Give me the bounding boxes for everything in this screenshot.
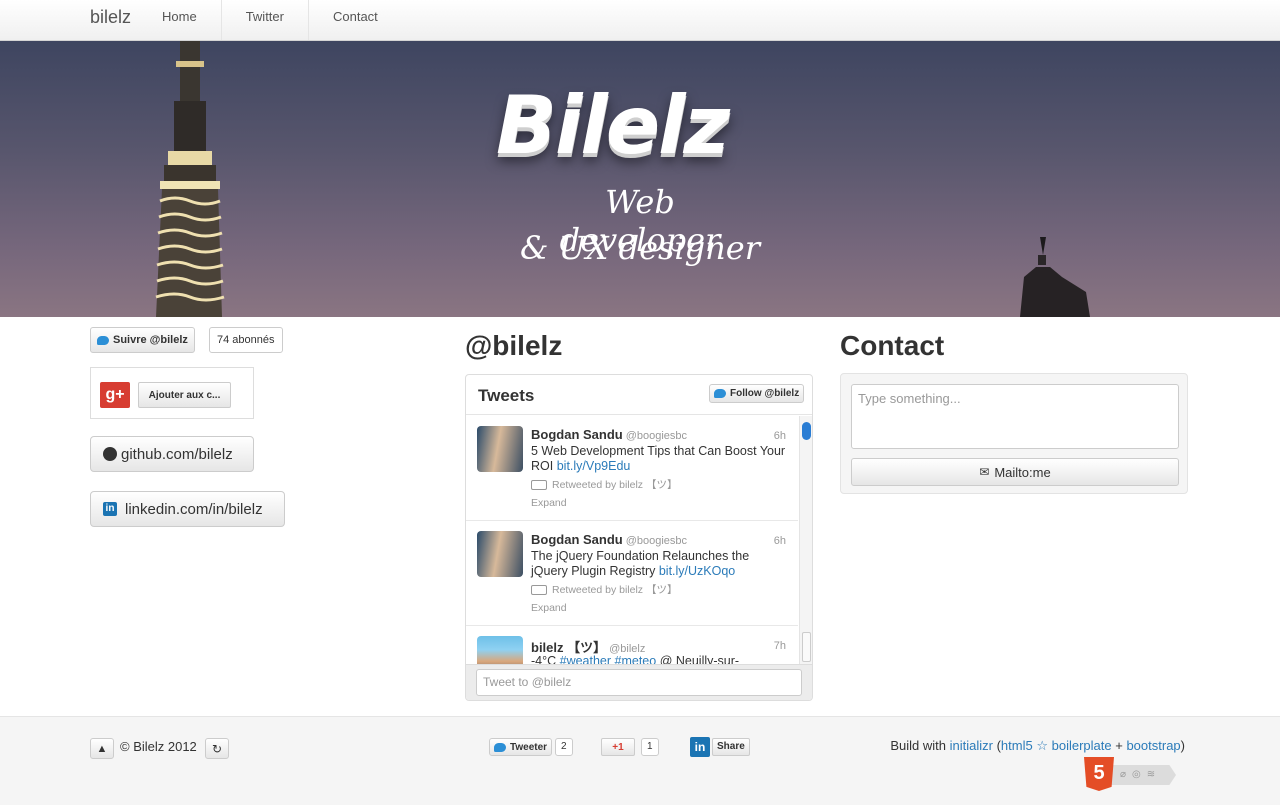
follow-small-button[interactable]: Follow @bilelz — [709, 384, 805, 403]
envelope-icon: ✉ — [979, 465, 990, 479]
tweeter-button[interactable]: Tweeter — [489, 738, 553, 756]
contact-heading: Contact — [840, 330, 945, 361]
gplus-add-button[interactable]: Ajouter aux c... — [138, 382, 231, 408]
linkedin-share-label: Share — [712, 738, 750, 756]
arrow-up-icon: ▲ — [96, 742, 108, 755]
twitter-bird-icon — [97, 335, 109, 345]
tweets-title: Tweets — [478, 386, 535, 405]
tweet-handle[interactable]: @boogiesbc — [626, 535, 687, 547]
gplus-one-count: 1 — [641, 738, 659, 756]
scrollbar-arrows[interactable] — [802, 632, 811, 662]
scroll-top-button[interactable]: ▲ — [90, 738, 114, 759]
tweet-item[interactable]: Bogdan Sandu @boogiesbc 6h 5 Web Developm… — [466, 416, 798, 521]
contact-textarea[interactable]: Type something... — [851, 384, 1179, 449]
html5-link[interactable]: html5 — [1001, 738, 1033, 753]
twitter-bird-icon — [494, 742, 506, 752]
tower-illustration — [155, 41, 225, 317]
html5-badge[interactable]: ⌀◎≋ 5 — [1084, 757, 1176, 793]
tweet-text: The jQuery Foundation Relaunches the jQu… — [531, 549, 750, 578]
github-button[interactable]: github.com/bilelz — [90, 436, 254, 472]
gplus-one-button[interactable]: +1 — [601, 738, 635, 756]
mailto-label: Mailto:me — [994, 464, 1051, 480]
tweet-link[interactable]: bit.ly/UzKOqo — [659, 564, 735, 578]
gplus-icon: g+ — [100, 382, 130, 408]
main-nav: Home Twitter Contact — [148, 0, 402, 40]
tweet-to-input[interactable]: Tweet to @bilelz — [476, 669, 802, 696]
retweet-info: Retweeted by bilelz 【ツ】 — [531, 582, 677, 597]
nav-contact[interactable]: Contact — [309, 0, 402, 40]
tweets-widget: Tweets Follow @bilelz Bogdan Sandu @boogi… — [465, 374, 813, 701]
tweet-handle[interactable]: @boogiesbc — [626, 430, 687, 442]
twitter-follow-button[interactable]: Suivre @bilelz — [90, 327, 195, 353]
tweet-time[interactable]: 7h — [774, 640, 786, 652]
retweet-icon — [531, 479, 547, 490]
rooftop-illustration — [1020, 237, 1090, 317]
refresh-icon: ↻ — [211, 741, 223, 756]
tweet-time[interactable]: 6h — [774, 430, 786, 442]
expand-link[interactable]: Expand — [531, 602, 567, 614]
linkedin-icon: in — [690, 737, 710, 757]
html5-shield-icon: 5 — [1084, 757, 1114, 791]
retweet-info: Retweeted by bilelz 【ツ】 — [531, 477, 677, 492]
tweet-time[interactable]: 6h — [774, 535, 786, 547]
avatar[interactable] — [477, 636, 523, 665]
boilerplate-link[interactable]: boilerplate — [1052, 738, 1112, 753]
tweet-author[interactable]: Bogdan Sandu @boogiesbc — [531, 427, 687, 442]
gplus-widget: g+ Ajouter aux c... — [90, 367, 254, 419]
tweets-footer: Tweet to @bilelz — [466, 664, 812, 700]
hero-title: Bilelz — [496, 79, 730, 172]
copyright-text: © Bilelz 2012 — [120, 739, 197, 754]
initializr-link[interactable]: initializr — [950, 738, 993, 753]
avatar[interactable] — [477, 426, 523, 472]
linkedin-label: linkedin.com/in/bilelz — [125, 500, 263, 518]
expand-link[interactable]: Expand — [531, 497, 567, 509]
tweet-link[interactable]: bit.ly/Vp9Edu — [557, 459, 631, 473]
tweet-item[interactable]: bilelz 【ツ】 @bilelz 7h -4°C #weather #mete… — [466, 626, 798, 666]
scrollbar-thumb[interactable] — [802, 422, 811, 440]
gplus-one-label: +1 — [612, 741, 624, 753]
contact-form: Type something... ✉ Mailto:me — [840, 373, 1188, 494]
tweet-item[interactable]: Bogdan Sandu @boogiesbc 6h The jQuery Fou… — [466, 521, 798, 626]
tweeter-count: 2 — [555, 738, 573, 756]
top-navbar: bilelz Home Twitter Contact — [0, 0, 1280, 41]
linkedin-icon: in — [103, 502, 117, 516]
refresh-button[interactable]: ↻ — [205, 738, 229, 759]
linkedin-button[interactable]: in linkedin.com/in/bilelz — [90, 491, 285, 527]
hero-banner: Bilelz Web developer & UX designer — [0, 41, 1280, 317]
mailto-button[interactable]: ✉ Mailto:me — [851, 458, 1179, 486]
build-credits: Build with initializr (html5 ☆ boilerpla… — [890, 738, 1185, 753]
html5-badge-bar: ⌀◎≋ — [1110, 765, 1176, 785]
hero-subtitle-line2: & UX designer — [520, 229, 760, 267]
tweets-scrollbar[interactable] — [799, 416, 812, 664]
bootstrap-link[interactable]: bootstrap — [1126, 738, 1180, 753]
github-label: github.com/bilelz — [121, 445, 233, 463]
twitter-followers-count: 74 abonnés — [209, 327, 283, 353]
twitter-follow-label: Suivre @bilelz — [113, 334, 188, 346]
retweet-icon — [531, 584, 547, 595]
follow-small-label: Follow @bilelz — [730, 388, 800, 399]
twitter-bird-icon — [714, 389, 726, 398]
footer: ▲ © Bilelz 2012 ↻ Tweeter 2 +1 1 in Shar… — [0, 716, 1280, 805]
tweeter-label: Tweeter — [510, 741, 548, 753]
brand-link[interactable]: bilelz — [90, 7, 131, 28]
tweet-text: 5 Web Development Tips that Can Boost Yo… — [531, 444, 786, 473]
star-icon: ☆ — [1036, 738, 1048, 753]
github-icon — [103, 447, 117, 461]
avatar[interactable] — [477, 531, 523, 577]
linkedin-share-button[interactable]: in Share — [690, 737, 750, 757]
twitter-heading: @bilelz — [465, 330, 563, 361]
nav-twitter[interactable]: Twitter — [222, 0, 309, 40]
tweets-header: Tweets Follow @bilelz — [466, 375, 812, 415]
tweet-author[interactable]: Bogdan Sandu @boogiesbc — [531, 532, 687, 547]
nav-home[interactable]: Home — [148, 0, 222, 40]
